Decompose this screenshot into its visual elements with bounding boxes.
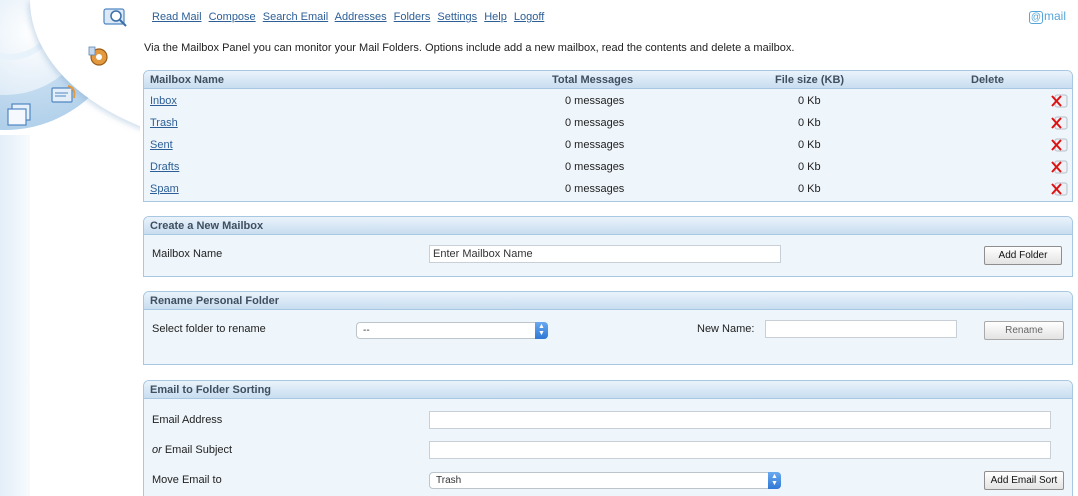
table-row: Spam 0 messages 0 Kb: [144, 178, 1072, 200]
delete-icon[interactable]: [1050, 137, 1068, 153]
email-address-label: Email Address: [152, 414, 223, 426]
intro-text: Via the Mailbox Panel you can monitor yo…: [144, 42, 795, 54]
header-total-messages: Total Messages: [552, 74, 634, 86]
create-mailbox-panel: Create a New Mailbox Mailbox Name Enter …: [143, 216, 1073, 277]
panel-title: Create a New Mailbox: [144, 217, 1072, 235]
delete-icon[interactable]: [1050, 115, 1068, 131]
panel-title: Rename Personal Folder: [144, 292, 1072, 310]
mailbox-link-inbox[interactable]: Inbox: [150, 90, 177, 112]
dropdown-arrow-icon: ▲ ▼: [535, 322, 548, 339]
nav-addresses[interactable]: Addresses: [335, 11, 387, 23]
email-subject-input[interactable]: [429, 441, 1051, 459]
panel-body: Select folder to rename -- ▲ ▼ New Name: …: [144, 310, 1072, 364]
move-email-label: Move Email to: [152, 474, 222, 486]
nav-help[interactable]: Help: [484, 11, 507, 23]
table-row: Sent 0 messages 0 Kb: [144, 134, 1072, 156]
mailbox-link-trash[interactable]: Trash: [150, 112, 178, 134]
message-count: 0 messages: [565, 117, 625, 129]
table-row: Inbox 0 messages 0 Kb: [144, 90, 1072, 112]
table-row: Trash 0 messages 0 Kb: [144, 112, 1072, 134]
email-subject-text: Email Subject: [161, 444, 233, 456]
file-size: 0 Kb: [798, 183, 821, 195]
mailbox-table: Mailbox Name Total Messages File size (K…: [143, 70, 1073, 202]
or-label: or: [152, 444, 162, 456]
move-folder-select[interactable]: Trash ▲ ▼: [429, 472, 781, 489]
rename-folder-panel: Rename Personal Folder Select folder to …: [143, 291, 1073, 365]
decor-stripe: [0, 135, 30, 496]
nav-compose[interactable]: Compose: [209, 11, 256, 23]
select-folder-label: Select folder to rename: [152, 323, 266, 335]
add-folder-button[interactable]: Add Folder: [984, 246, 1062, 265]
header-file-size: File size (KB): [775, 74, 845, 86]
compose-icon[interactable]: [50, 82, 78, 108]
email-sorting-panel: Email to Folder Sorting Email Address or…: [143, 380, 1073, 496]
brand-at: @: [1028, 11, 1043, 24]
move-folder-value: Trash: [436, 475, 462, 486]
nav-folders[interactable]: Folders: [394, 11, 431, 23]
header-delete: Delete: [971, 74, 1005, 86]
new-name-label: New Name:: [697, 323, 755, 335]
message-count: 0 messages: [565, 161, 625, 173]
add-email-sort-button[interactable]: Add Email Sort: [984, 471, 1064, 490]
mailbox-link-sent[interactable]: Sent: [150, 134, 173, 156]
message-count: 0 messages: [565, 95, 625, 107]
mailbox-name-label: Mailbox Name: [152, 248, 223, 260]
file-size: 0 Kb: [798, 95, 821, 107]
table-body: Inbox 0 messages 0 Kb Trash 0 messages 0…: [144, 89, 1072, 201]
message-count: 0 messages: [565, 183, 625, 195]
delete-icon[interactable]: [1050, 181, 1068, 197]
dropdown-arrow-icon: ▲ ▼: [768, 472, 781, 489]
folders-icon[interactable]: [6, 102, 34, 128]
panel-body: Mailbox Name Enter Mailbox Name Add Fold…: [144, 235, 1072, 276]
mailbox-link-drafts[interactable]: Drafts: [150, 156, 179, 178]
table-header: Mailbox Name Total Messages File size (K…: [144, 71, 1072, 89]
panel-body: Email Address or Email Subject Move Emai…: [144, 399, 1072, 496]
brand-text: mail: [1043, 9, 1066, 23]
brand-logo: @ mail: [1028, 9, 1066, 24]
folder-select[interactable]: -- ▲ ▼: [356, 322, 548, 339]
top-navigation: Read Mail Compose Search Email Addresses…: [152, 11, 548, 23]
nav-logoff[interactable]: Logoff: [514, 11, 544, 23]
read-mail-icon[interactable]: [102, 4, 130, 30]
header-mailbox-name: Mailbox Name: [150, 74, 224, 86]
mailbox-link-spam[interactable]: Spam: [150, 178, 179, 200]
folder-select-value: --: [363, 325, 370, 336]
file-size: 0 Kb: [798, 161, 821, 173]
table-row: Drafts 0 messages 0 Kb: [144, 156, 1072, 178]
panel-title: Email to Folder Sorting: [144, 381, 1072, 399]
nav-settings[interactable]: Settings: [437, 11, 477, 23]
message-count: 0 messages: [565, 139, 625, 151]
email-address-input[interactable]: [429, 411, 1051, 429]
nav-read-mail[interactable]: Read Mail: [152, 11, 202, 23]
delete-icon[interactable]: [1050, 93, 1068, 109]
delete-icon[interactable]: [1050, 159, 1068, 175]
file-size: 0 Kb: [798, 117, 821, 129]
file-size: 0 Kb: [798, 139, 821, 151]
nav-search-email[interactable]: Search Email: [263, 11, 328, 23]
sidebar-decoration: [0, 0, 140, 496]
new-name-input[interactable]: [765, 320, 957, 338]
mailbox-name-input[interactable]: Enter Mailbox Name: [429, 245, 781, 263]
rename-button[interactable]: Rename: [984, 321, 1064, 340]
settings-icon[interactable]: [85, 44, 113, 70]
email-subject-label: or Email Subject: [152, 444, 232, 456]
